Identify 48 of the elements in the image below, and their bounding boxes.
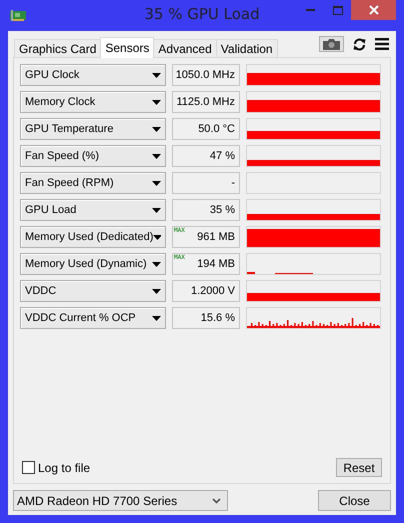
- close-button[interactable]: Close: [318, 490, 391, 511]
- dropdown-arrow-icon: [152, 208, 161, 212]
- sensor-selector[interactable]: Memory Clock: [20, 91, 166, 113]
- minimize-icon: [306, 9, 315, 11]
- sensor-value: 35 %: [210, 204, 235, 216]
- dropdown-arrow-icon: [152, 316, 161, 320]
- sensor-selector[interactable]: Fan Speed (%): [20, 145, 166, 167]
- sensor-selector[interactable]: Memory Used (Dynamic): [20, 253, 166, 275]
- dropdown-arrow-icon: [152, 126, 161, 132]
- graphics-card-icon: [10, 10, 26, 21]
- sensor-selector[interactable]: Memory Used (Dedicated): [20, 226, 166, 248]
- sensor-value: 1125.0 MHz: [176, 96, 235, 108]
- tab[interactable]: Graphics Card: [14, 39, 102, 57]
- dropdown-arrow-icon: [152, 72, 161, 78]
- screenshot-button[interactable]: [319, 36, 344, 52]
- chevron-down-icon: [212, 498, 221, 504]
- sensor-selector[interactable]: GPU Load: [20, 199, 166, 221]
- sensor-value: 194 MB: [197, 258, 235, 270]
- sensor-selector[interactable]: VDDC: [20, 280, 166, 302]
- maximize-icon: [332, 6, 342, 14]
- refresh-icon[interactable]: [353, 38, 366, 50]
- sensor-value: 1.2000 V: [190, 285, 235, 297]
- dropdown-arrow-icon: [153, 234, 161, 240]
- sensor-value: -: [231, 177, 235, 189]
- reset-button[interactable]: Reset: [336, 458, 382, 477]
- tab[interactable]: Sensors: [100, 37, 154, 58]
- sensor-value: 961 MB: [197, 231, 235, 243]
- dropdown-arrow-icon: [152, 180, 161, 186]
- window-title: 35 % GPU Load: [144, 5, 260, 23]
- sensor-selector[interactable]: GPU Temperature: [20, 118, 166, 140]
- tab[interactable]: Advanced: [153, 39, 217, 57]
- menu-icon[interactable]: [375, 38, 389, 50]
- sensor-selector[interactable]: Fan Speed (RPM): [20, 172, 166, 194]
- dropdown-arrow-icon: [152, 288, 161, 294]
- sensor-selector[interactable]: GPU Clock: [20, 64, 166, 86]
- sensor-value: 47 %: [210, 150, 235, 162]
- sensor-selector[interactable]: VDDC Current % OCP: [20, 307, 166, 329]
- tab[interactable]: Validation: [216, 39, 278, 57]
- log-to-file-checkbox[interactable]: Log to file: [22, 460, 90, 474]
- gpu-dropdown[interactable]: AMD Radeon HD 7700 Series: [13, 490, 228, 511]
- close-button[interactable]: [351, 0, 396, 20]
- dropdown-arrow-icon: [152, 154, 161, 158]
- close-icon: [368, 5, 378, 15]
- dropdown-arrow-icon: [152, 262, 161, 266]
- sensor-value: 1050.0 MHz: [176, 69, 235, 81]
- dropdown-arrow-icon: [152, 100, 161, 104]
- sensor-value: 15.6 %: [200, 312, 235, 324]
- sensor-value: 50.0 °C: [198, 123, 235, 135]
